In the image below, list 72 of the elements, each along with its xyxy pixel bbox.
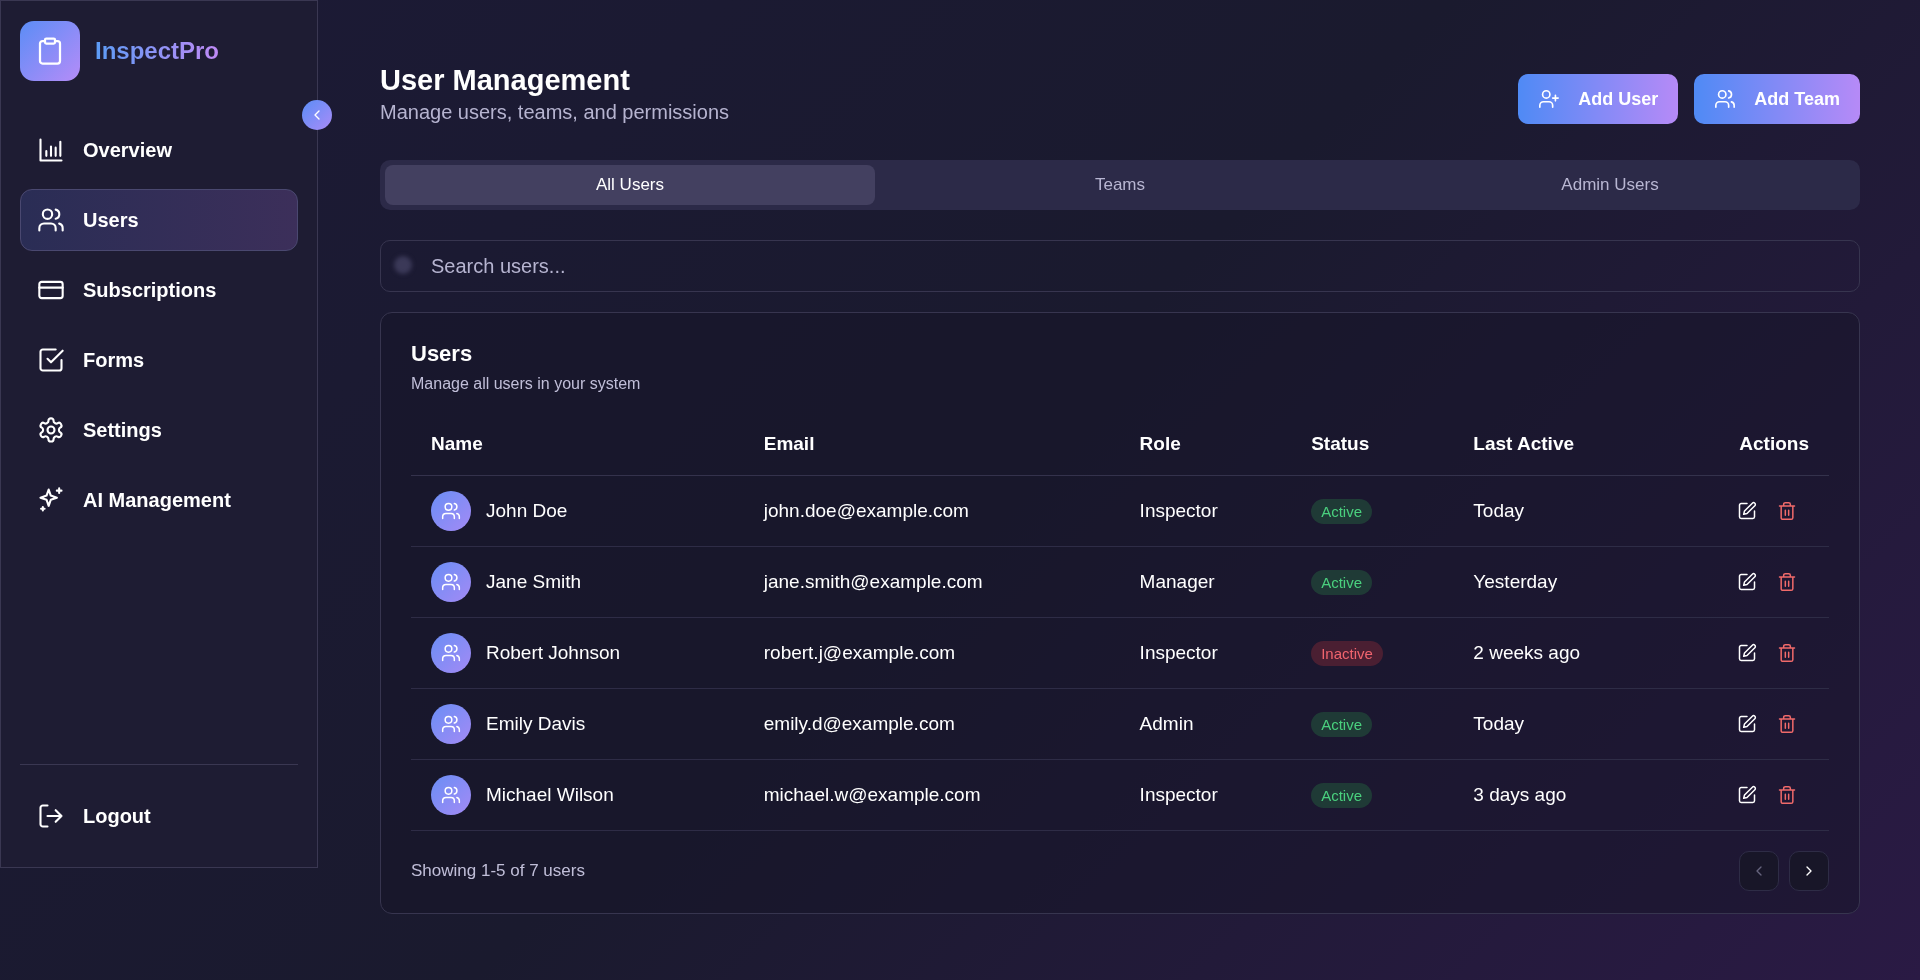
users-icon xyxy=(1714,88,1737,110)
email-cell: john.doe@example.com xyxy=(763,500,969,521)
role-cell: Inspector xyxy=(1139,784,1218,805)
settings-icon xyxy=(37,416,65,444)
role-cell: Manager xyxy=(1139,571,1215,592)
column-header: Last Active xyxy=(1453,417,1667,476)
avatar-users-icon xyxy=(431,562,471,602)
status-badge: Active xyxy=(1311,711,1373,737)
user-plus-icon xyxy=(1538,88,1561,110)
search-field[interactable]: Search users... xyxy=(380,240,1860,292)
sparkle-icon xyxy=(37,486,65,514)
status-badge: Active xyxy=(1311,569,1373,595)
logout-icon xyxy=(37,802,65,830)
avatar-users-icon xyxy=(431,633,471,673)
pagination-summary: Showing 1-5 of 7 users xyxy=(411,861,585,881)
delete-button[interactable] xyxy=(1777,643,1797,663)
tab[interactable]: Admin Users xyxy=(1365,165,1855,205)
column-header: Name xyxy=(411,417,744,476)
last-active-cell: 2 weeks ago xyxy=(1473,642,1581,663)
email-cell: emily.d@example.com xyxy=(763,713,955,734)
avatar-users-icon xyxy=(431,704,471,744)
role-cell: Inspector xyxy=(1139,500,1218,521)
status-badge: Active xyxy=(1311,782,1373,808)
users-icon xyxy=(37,206,65,234)
checkbox-icon xyxy=(37,346,65,374)
column-header: Email xyxy=(743,417,1120,476)
column-header: Status xyxy=(1291,417,1454,476)
delete-button[interactable] xyxy=(1777,572,1797,592)
user-name: Emily Davis xyxy=(486,713,586,735)
edit-button[interactable] xyxy=(1737,643,1757,663)
email-cell: michael.w@example.com xyxy=(763,784,981,805)
clipboard-logo-icon xyxy=(20,21,80,81)
last-active-cell: Yesterday xyxy=(1473,571,1558,592)
role-cell: Admin xyxy=(1139,713,1194,734)
avatar-users-icon xyxy=(431,775,471,815)
last-active-cell: Today xyxy=(1473,713,1525,734)
column-header: Role xyxy=(1119,417,1292,476)
delete-button[interactable] xyxy=(1777,714,1797,734)
tab[interactable]: Teams xyxy=(875,165,1365,205)
column-header: Actions xyxy=(1666,417,1829,476)
status-badge: Active xyxy=(1311,498,1373,524)
delete-button[interactable] xyxy=(1777,785,1797,805)
delete-button[interactable] xyxy=(1777,501,1797,521)
status-badge: Inactive xyxy=(1311,640,1383,666)
page-title: User Management xyxy=(380,64,631,97)
sidebar-item[interactable]: Settings xyxy=(20,399,298,461)
collapse-sidebar-button[interactable] xyxy=(302,100,332,130)
edit-button[interactable] xyxy=(1737,501,1757,521)
sidebar-item[interactable]: AI Management xyxy=(20,469,298,531)
edit-button[interactable] xyxy=(1737,785,1757,805)
card-subtitle: Manage all users in your system xyxy=(411,375,642,393)
user-name: Michael Wilson xyxy=(486,784,614,806)
email-cell: jane.smith@example.com xyxy=(763,571,983,592)
card-title: Users xyxy=(411,341,474,367)
edit-button[interactable] xyxy=(1737,572,1757,592)
email-cell: robert.j@example.com xyxy=(763,642,956,663)
logout-button[interactable]: Logout xyxy=(20,785,298,847)
avatar-users-icon xyxy=(431,491,471,531)
last-active-cell: 3 days ago xyxy=(1473,784,1567,805)
sidebar-item[interactable]: Users xyxy=(20,189,298,251)
user-name: John Doe xyxy=(486,500,568,522)
bar-chart-icon xyxy=(37,136,65,164)
sidebar-item[interactable]: Forms xyxy=(20,329,298,391)
sidebar-item[interactable]: Overview xyxy=(20,119,298,181)
sidebar-item[interactable]: Subscriptions xyxy=(20,259,298,321)
page-subtitle: Manage users, teams, and permissions xyxy=(380,101,730,124)
role-cell: Inspector xyxy=(1139,642,1218,663)
edit-button[interactable] xyxy=(1737,714,1757,734)
user-name: Robert Johnson xyxy=(486,642,621,664)
last-active-cell: Today xyxy=(1473,500,1525,521)
user-name: Jane Smith xyxy=(486,571,582,593)
tab[interactable]: All Users xyxy=(385,165,875,205)
